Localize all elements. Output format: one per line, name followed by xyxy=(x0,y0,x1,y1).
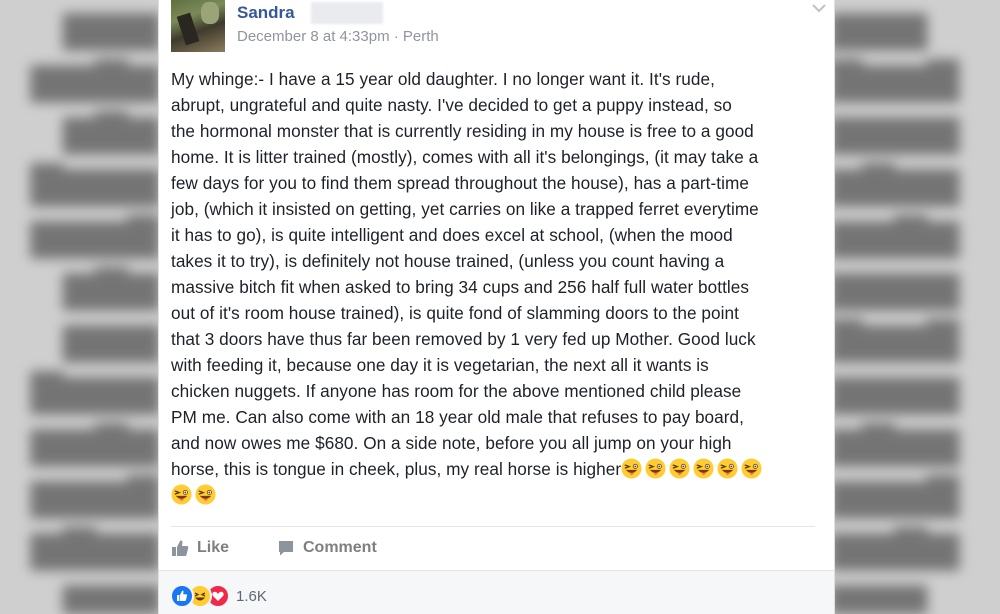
post-body-line: horse, this is tongue in cheek, plus, my… xyxy=(171,459,622,479)
tongue-out-wink-emoji-icon xyxy=(717,458,738,479)
redacted-surname xyxy=(311,2,383,24)
post-body-line: out of it's room house trained), is quit… xyxy=(171,303,739,323)
tongue-out-wink-emoji-icon xyxy=(693,458,714,479)
post-body-line: it has to go), is quite intelligent and … xyxy=(171,225,733,245)
tongue-out-wink-emoji-icon xyxy=(645,458,666,479)
reactions-bar: 1.6K xyxy=(159,570,834,614)
post-actions: Like Comment xyxy=(171,534,811,564)
comment-button[interactable]: Comment xyxy=(277,534,377,562)
post-body-line: PM me. Can also come with an 18 year old… xyxy=(171,407,744,427)
avatar[interactable] xyxy=(171,0,225,52)
post-body-line: with feeding it, because one day it is v… xyxy=(171,355,709,375)
post-body-line: abrupt, ungrateful and quite nasty. I've… xyxy=(171,95,732,115)
post-location[interactable]: Perth xyxy=(403,28,439,45)
facebook-post-card: Sandra December 8 at 4:33pm · Perth My w… xyxy=(158,0,835,614)
tongue-out-wink-emoji-icon xyxy=(741,458,762,479)
like-reaction-icon xyxy=(170,584,194,608)
post-body-line: takes it to try), is definitely not hous… xyxy=(171,251,725,271)
actions-divider xyxy=(171,526,815,527)
comment-label: Comment xyxy=(303,539,377,556)
post-body-line: chicken nuggets. If anyone has room for … xyxy=(171,381,742,401)
post-body-line: home. It is litter trained (mostly), com… xyxy=(171,147,759,167)
screenshot-stage: ▆▆▆ ▆▆▇▆ ▆▇▆ ▇▆▆▆ ▆▆▆▇ ▆▇▆ ▆▆▆ ▇▆▆▆ ▆▆▇▆… xyxy=(0,0,1000,614)
post-body-line: few days for you to find them spread thr… xyxy=(171,173,749,193)
post-body-line: massive bitch fit when asked to bring 34… xyxy=(171,277,750,297)
tongue-out-wink-emoji-icon xyxy=(621,458,642,479)
post-body-line: that 3 doors have thus far been removed … xyxy=(171,329,756,349)
thumbs-up-icon xyxy=(172,540,189,556)
post-body-line: My whinge:- I have a 15 year old daughte… xyxy=(171,69,715,89)
reactions-summary[interactable]: 1.6K xyxy=(170,584,267,608)
post-body-line: the hormonal monster that is currently r… xyxy=(171,121,754,141)
blurred-background-right: ▆▆▆ ▇▆▆▇ ▆▆▆▆ ▆▇▆▆ ▆▆▇▆ ▆▆▆▆ ▇▆▆▇ ▆▆▆▆ ▆… xyxy=(830,2,960,614)
tongue-out-wink-emoji-icon xyxy=(195,484,216,505)
comment-bubble-icon xyxy=(279,541,293,556)
reaction-count: 1.6K xyxy=(236,587,267,605)
tongue-out-wink-emoji-icon xyxy=(171,484,192,505)
like-label: Like xyxy=(197,539,230,556)
like-button[interactable]: Like xyxy=(171,534,229,562)
tongue-out-wink-emoji-icon xyxy=(669,458,690,479)
post-body: My whinge:- I have a 15 year old daughte… xyxy=(171,66,819,508)
post-header: Sandra December 8 at 4:33pm · Perth xyxy=(171,0,826,60)
post-body-line: and now owes me $680. On a side note, be… xyxy=(171,433,732,453)
blurred-background-left: ▆▆▆ ▆▆▇▆ ▆▇▆ ▇▆▆▆ ▆▆▆▇ ▆▇▆ ▆▆▆ ▇▆▆▆ ▆▆▇▆… xyxy=(30,2,160,614)
post-meta: December 8 at 4:33pm · Perth xyxy=(237,28,439,45)
post-body-line: job, (which it insisted on getting, yet … xyxy=(171,199,759,219)
author-name-link[interactable]: Sandra xyxy=(237,3,295,23)
post-timestamp[interactable]: December 8 at 4:33pm xyxy=(237,28,390,45)
chevron-down-icon[interactable] xyxy=(811,2,827,14)
meta-separator: · xyxy=(393,28,399,45)
